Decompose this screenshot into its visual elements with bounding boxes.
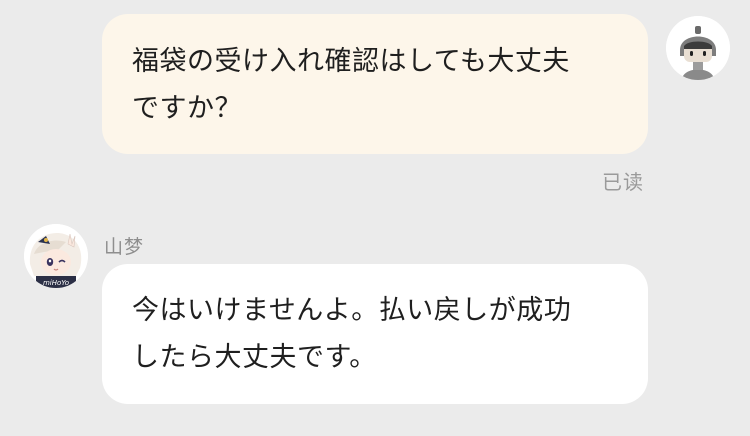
read-status-label: 已读 [602, 170, 644, 194]
sender-name: 山梦 [104, 236, 145, 258]
message-text-line: ですか？ [132, 93, 242, 124]
message-text-line: 福袋の受け入れ確認はしても大丈夫 [132, 46, 570, 77]
paimon-avatar-icon: miHoYo [24, 224, 88, 288]
avatar-badge-text: miHoYo [43, 279, 69, 287]
sender-avatar[interactable]: miHoYo [24, 224, 88, 288]
outgoing-message-bubble[interactable]: 福袋の受け入れ確認はしても大丈夫 ですか？ [102, 14, 648, 154]
message-text-line: 今はいけませんよ。払い戻しが成功 [132, 295, 572, 326]
message-text-line: したら大丈夫です。 [132, 342, 377, 373]
self-avatar[interactable] [666, 16, 730, 80]
robot-avatar-icon [666, 16, 730, 80]
incoming-message-bubble[interactable]: 今はいけませんよ。払い戻しが成功 したら大丈夫です。 [102, 264, 648, 404]
